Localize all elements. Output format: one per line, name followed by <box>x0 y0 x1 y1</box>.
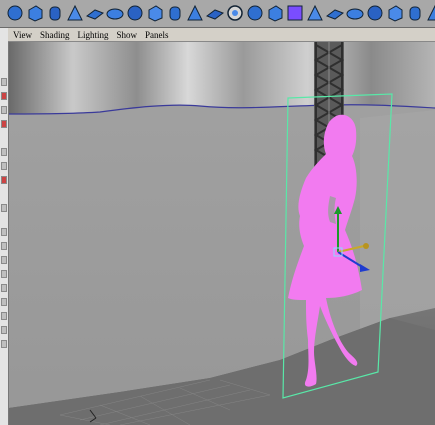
menu-show[interactable]: Show <box>116 30 137 40</box>
poly-pyramid-icon[interactable] <box>144 2 166 24</box>
poly-cylinder-icon[interactable] <box>44 2 66 24</box>
tool-icon[interactable] <box>1 228 7 236</box>
append-polygon-icon[interactable] <box>324 2 346 24</box>
poly-pipe-icon[interactable] <box>164 2 186 24</box>
tool-box <box>0 28 9 425</box>
booleans-icon[interactable] <box>284 2 306 24</box>
tool-icon[interactable] <box>1 78 7 86</box>
bevel-icon[interactable] <box>404 2 426 24</box>
shelf-toolbar <box>0 0 435 28</box>
poly-cone-icon[interactable] <box>64 2 86 24</box>
separate-icon[interactable] <box>244 2 266 24</box>
poly-plane-icon[interactable] <box>84 2 106 24</box>
curtain <box>9 42 435 114</box>
tool-icon[interactable] <box>1 120 7 128</box>
tool-icon[interactable] <box>1 340 7 348</box>
tool-icon[interactable] <box>1 284 7 292</box>
poly-prism-icon[interactable] <box>124 2 146 24</box>
poly-soccerball-icon[interactable] <box>204 2 226 24</box>
perspective-viewport[interactable] <box>9 42 435 425</box>
tool-icon[interactable] <box>1 176 7 184</box>
merge-vertices-icon[interactable] <box>424 2 435 24</box>
combine-icon[interactable] <box>224 2 246 24</box>
tool-icon[interactable] <box>1 270 7 278</box>
poly-cube-icon[interactable] <box>24 2 46 24</box>
tool-icon[interactable] <box>1 92 7 100</box>
tool-icon[interactable] <box>1 312 7 320</box>
menu-panels[interactable]: Panels <box>145 30 169 40</box>
tool-icon[interactable] <box>1 204 7 212</box>
tool-icon[interactable] <box>1 148 7 156</box>
menu-shading[interactable]: Shading <box>40 30 70 40</box>
tool-icon[interactable] <box>1 106 7 114</box>
menu-lighting[interactable]: Lighting <box>77 30 108 40</box>
extract-icon[interactable] <box>264 2 286 24</box>
extrude-face-icon[interactable] <box>384 2 406 24</box>
tool-icon[interactable] <box>1 162 7 170</box>
right-wall <box>360 110 435 330</box>
insert-edgeloop-icon[interactable] <box>364 2 386 24</box>
tool-icon[interactable] <box>1 242 7 250</box>
panel-menubar: View Shading Lighting Show Panels <box>8 28 435 42</box>
smooth-icon[interactable] <box>304 2 326 24</box>
tool-icon[interactable] <box>1 256 7 264</box>
menu-view[interactable]: View <box>13 30 32 40</box>
poly-torus-icon[interactable] <box>104 2 126 24</box>
split-polygon-icon[interactable] <box>344 2 366 24</box>
tool-icon[interactable] <box>1 326 7 334</box>
poly-sphere-icon[interactable] <box>4 2 26 24</box>
tool-icon[interactable] <box>1 298 7 306</box>
poly-helix-icon[interactable] <box>184 2 206 24</box>
scene-canvas <box>9 42 435 425</box>
